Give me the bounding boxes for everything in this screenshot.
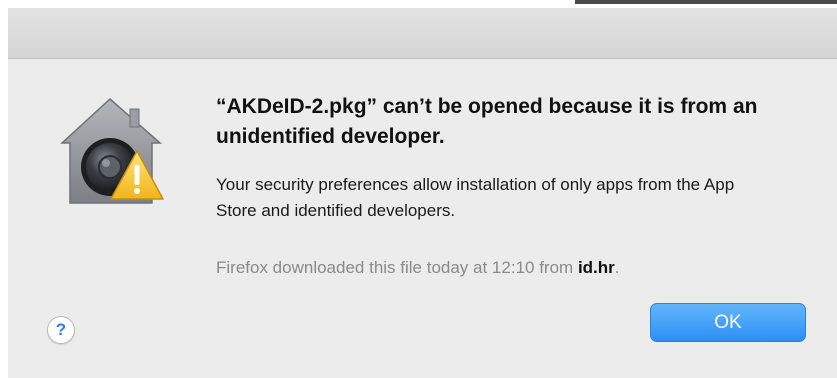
- ok-button[interactable]: OK: [650, 303, 806, 342]
- download-source-domain: id.hr: [577, 258, 615, 277]
- gatekeeper-warning-icon: [60, 97, 164, 204]
- background-window-strip: [0, 0, 837, 8]
- download-source-note: Firefox downloaded this file today at 12…: [216, 257, 816, 279]
- download-source-prefix: Firefox downloaded this file today at 12…: [216, 258, 578, 277]
- dialog-body-text: Your security preferences allow installa…: [216, 175, 735, 220]
- security-alert-dialog: “AKDeID-2.pkg” can’t be opened because i…: [8, 59, 837, 378]
- download-source-suffix: .: [614, 258, 620, 277]
- screen: “AKDeID-2.pkg” can’t be opened because i…: [0, 0, 837, 378]
- help-button[interactable]: ?: [47, 316, 75, 344]
- dialog-titlebar[interactable]: [8, 8, 837, 59]
- dialog-headline: “AKDeID-2.pkg” can’t be opened because i…: [216, 95, 758, 148]
- background-window-edge: [575, 0, 837, 4]
